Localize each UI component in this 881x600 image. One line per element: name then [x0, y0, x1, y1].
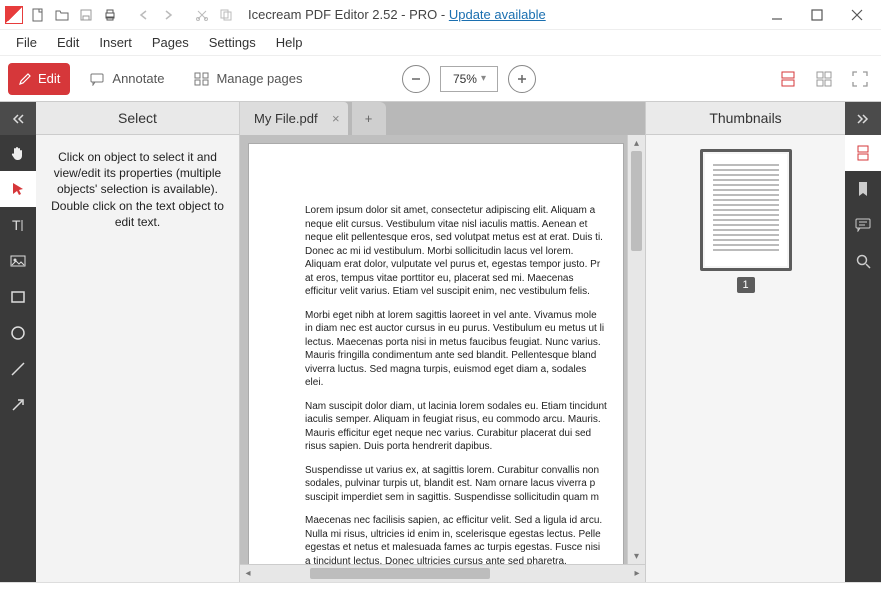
fullscreen-icon[interactable] — [847, 66, 873, 92]
text-tool-icon[interactable]: T — [0, 207, 36, 243]
new-tab-button[interactable]: + — [352, 102, 386, 135]
thumbnail-page-number: 1 — [737, 277, 755, 293]
doc-paragraph: Lorem ipsum dolor sit amet, consectetur … — [305, 204, 607, 299]
titlebar: Icecream PDF Editor 2.52 - PRO - Update … — [0, 0, 881, 30]
right-tool-stripe — [845, 102, 881, 582]
svg-text:T: T — [12, 217, 21, 233]
tab-close-icon[interactable]: × — [332, 111, 340, 126]
chevron-down-icon: ▾ — [481, 73, 486, 84]
tab-label: My File.pdf — [254, 111, 318, 126]
left-panel-help-text: Click on object to select it and view/ed… — [36, 135, 239, 244]
circle-tool-icon[interactable] — [0, 315, 36, 351]
edit-label: Edit — [38, 71, 60, 86]
tab-bar: My File.pdf × + — [240, 102, 645, 135]
hand-tool-icon[interactable] — [0, 135, 36, 171]
page-layout-single-icon[interactable] — [775, 66, 801, 92]
thumbnails-body: 1 — [646, 135, 845, 582]
line-tool-icon[interactable] — [0, 351, 36, 387]
minimize-button[interactable] — [757, 1, 797, 29]
document-scroll-area[interactable]: Lorem ipsum dolor sit amet, consectetur … — [240, 135, 627, 564]
document-tab[interactable]: My File.pdf × — [240, 102, 348, 135]
menu-file[interactable]: File — [6, 33, 47, 52]
menubar: File Edit Insert Pages Settings Help — [0, 30, 881, 56]
undo-icon[interactable] — [134, 5, 154, 25]
pdf-page[interactable]: Lorem ipsum dolor sit amet, consectetur … — [248, 143, 624, 564]
workspace: T Select Click on object to select it an… — [0, 102, 881, 582]
doc-paragraph: Maecenas nec facilisis sapien, ac effici… — [305, 514, 607, 564]
rectangle-tool-icon[interactable] — [0, 279, 36, 315]
zoom-out-button[interactable] — [402, 65, 430, 93]
maximize-button[interactable] — [797, 1, 837, 29]
zoom-value: 75% — [453, 72, 477, 86]
vertical-scrollbar[interactable]: ▴ ▾ — [627, 135, 645, 564]
doc-paragraph: Morbi eget nibh at lorem sagittis laoree… — [305, 309, 607, 390]
new-file-icon[interactable] — [28, 5, 48, 25]
annotate-label: Annotate — [112, 71, 164, 86]
status-bar — [0, 582, 881, 600]
zoom-level-select[interactable]: 75% ▾ — [440, 66, 498, 92]
document-viewport: Lorem ipsum dolor sit amet, consectetur … — [240, 135, 645, 564]
edit-button[interactable]: Edit — [8, 63, 70, 95]
thumbnail-preview — [705, 154, 787, 266]
horizontal-scrollbar[interactable]: ◂ ▸ — [240, 564, 645, 582]
cut-icon[interactable] — [192, 5, 212, 25]
comments-icon[interactable] — [845, 207, 881, 243]
manage-pages-button[interactable]: Manage pages — [184, 63, 312, 95]
copy-icon[interactable] — [216, 5, 236, 25]
print-icon[interactable] — [100, 5, 120, 25]
scroll-right-arrow-icon[interactable]: ▸ — [629, 565, 645, 582]
bookmarks-icon[interactable] — [845, 171, 881, 207]
toolbar: Edit Annotate Manage pages 75% ▾ — [0, 56, 881, 102]
left-panel: Select Click on object to select it and … — [36, 102, 240, 582]
zoom-controls: 75% ▾ — [402, 65, 536, 93]
thumbnails-view-icon[interactable] — [845, 135, 881, 171]
pencil-icon — [18, 72, 32, 86]
zoom-in-button[interactable] — [508, 65, 536, 93]
image-tool-icon[interactable] — [0, 243, 36, 279]
menu-insert[interactable]: Insert — [89, 33, 142, 52]
left-panel-header: Select — [36, 102, 239, 135]
thumbnails-panel: Thumbnails 1 — [645, 102, 845, 582]
arrow-tool-icon[interactable] — [0, 387, 36, 423]
doc-paragraph: Suspendisse ut varius ex, at sagittis lo… — [305, 464, 607, 505]
grid-icon — [194, 72, 210, 86]
scroll-up-arrow-icon[interactable]: ▴ — [628, 135, 645, 151]
left-tool-stripe: T — [0, 102, 36, 582]
scroll-down-arrow-icon[interactable]: ▾ — [628, 548, 645, 564]
app-logo-icon — [4, 5, 24, 25]
collapse-right-panel-button[interactable] — [845, 102, 881, 135]
search-icon[interactable] — [845, 243, 881, 279]
save-icon[interactable] — [76, 5, 96, 25]
window-title: Icecream PDF Editor 2.52 - PRO - Update … — [248, 7, 546, 22]
horizontal-scroll-thumb[interactable] — [310, 568, 490, 579]
annotate-icon — [90, 72, 106, 86]
open-file-icon[interactable] — [52, 5, 72, 25]
page-thumbnail[interactable] — [700, 149, 792, 271]
scroll-left-arrow-icon[interactable]: ◂ — [240, 565, 256, 582]
page-layout-grid-icon[interactable] — [811, 66, 837, 92]
doc-paragraph: Nam suscipit dolor diam, ut lacinia lore… — [305, 400, 607, 454]
collapse-left-panel-button[interactable] — [0, 102, 36, 135]
menu-settings[interactable]: Settings — [199, 33, 266, 52]
select-tool-icon[interactable] — [0, 171, 36, 207]
document-area: My File.pdf × + Lorem ipsum dolor sit am… — [240, 102, 645, 582]
thumbnails-header: Thumbnails — [646, 102, 845, 135]
annotate-button[interactable]: Annotate — [80, 63, 174, 95]
app-title-text: Icecream PDF Editor 2.52 - PRO - — [248, 7, 449, 22]
close-button[interactable] — [837, 1, 877, 29]
menu-edit[interactable]: Edit — [47, 33, 89, 52]
update-link[interactable]: Update available — [449, 7, 546, 22]
redo-icon[interactable] — [158, 5, 178, 25]
manage-pages-label: Manage pages — [216, 71, 302, 86]
vertical-scroll-thumb[interactable] — [631, 151, 642, 251]
menu-pages[interactable]: Pages — [142, 33, 199, 52]
menu-help[interactable]: Help — [266, 33, 313, 52]
